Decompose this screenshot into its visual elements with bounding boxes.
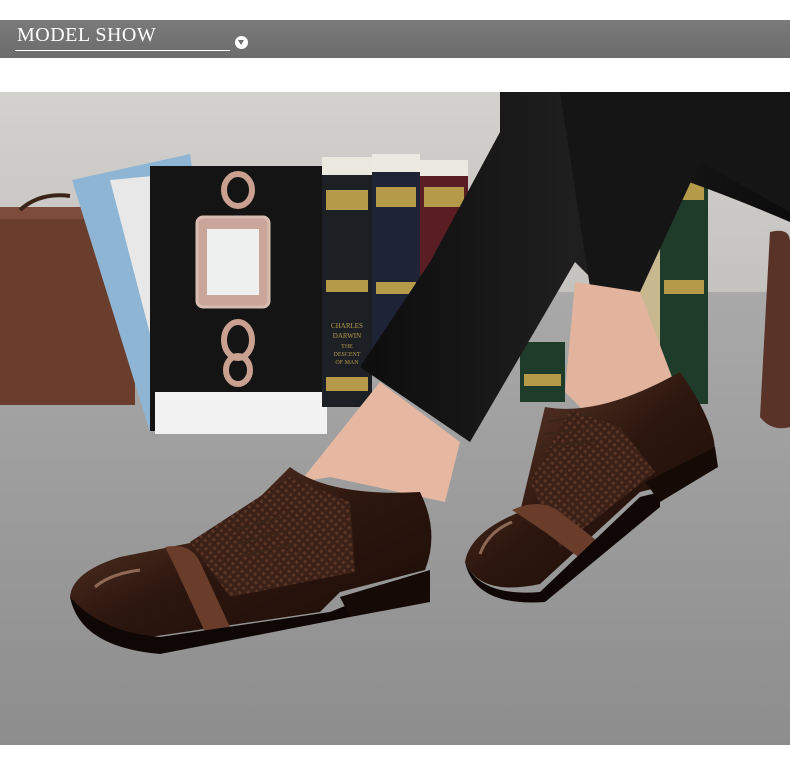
section-header-bar: MODEL SHOW xyxy=(0,20,790,58)
section-title: MODEL SHOW xyxy=(17,24,157,46)
model-photo: CHARLES DARWIN THE DESCENT OF MAN xyxy=(0,92,790,745)
svg-text:THE: THE xyxy=(341,344,353,350)
svg-text:DARWIN: DARWIN xyxy=(333,332,361,340)
title-underline xyxy=(15,50,230,51)
svg-text:CHARLES: CHARLES xyxy=(331,322,363,330)
chevron-down-icon[interactable] xyxy=(235,36,248,49)
svg-text:DESCENT: DESCENT xyxy=(334,352,361,358)
svg-text:OF MAN: OF MAN xyxy=(335,360,359,366)
